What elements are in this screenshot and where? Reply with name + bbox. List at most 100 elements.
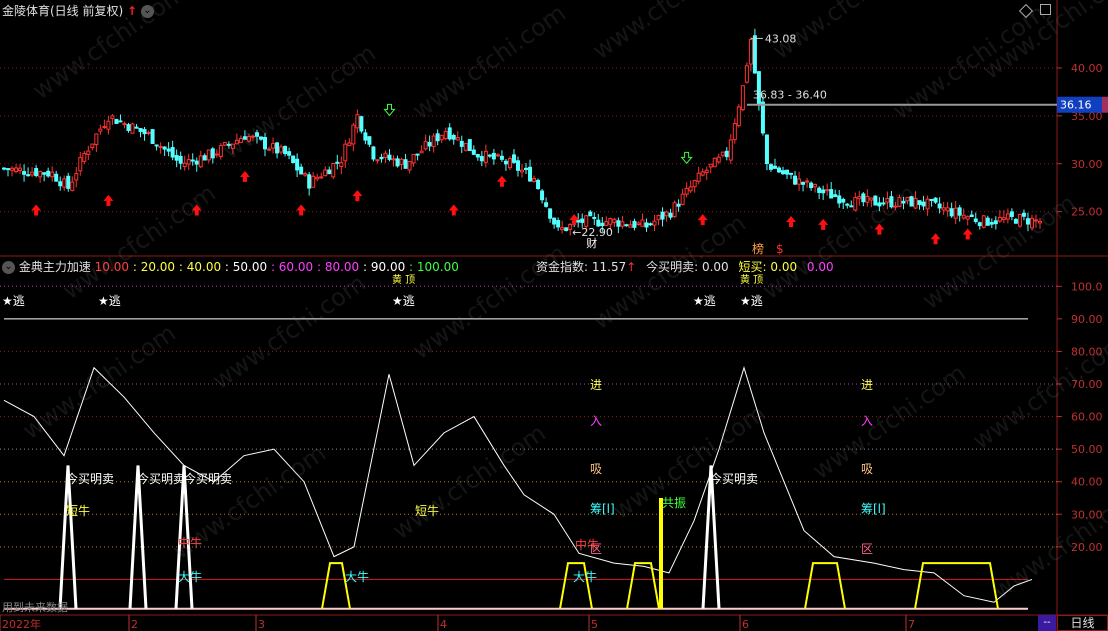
candle-body bbox=[114, 118, 119, 124]
candle-body bbox=[821, 189, 826, 194]
candle-body bbox=[18, 167, 23, 172]
bang-mark: 榜 bbox=[752, 241, 764, 256]
candle-body bbox=[78, 157, 83, 172]
candle-body bbox=[833, 194, 838, 198]
accumulation-zone bbox=[914, 562, 999, 609]
candle-body bbox=[608, 218, 613, 225]
x-axis-label: 7 bbox=[908, 618, 915, 631]
candle-body bbox=[287, 151, 292, 156]
up-arrow-icon bbox=[697, 214, 708, 226]
chart-title-bar: 金陵体育(日线 前复权) ↑ ⌄ bbox=[2, 2, 154, 20]
indicator-level: 10.00 bbox=[94, 260, 130, 274]
current-price-label: 36.16 bbox=[1060, 99, 1092, 112]
candle-body bbox=[62, 178, 67, 188]
candle-body bbox=[1005, 213, 1010, 220]
candle-body bbox=[588, 211, 593, 217]
candle-body bbox=[46, 170, 51, 177]
candle-body bbox=[379, 156, 384, 160]
candle-body bbox=[407, 161, 412, 171]
indicator-name[interactable]: 金典主力加速 bbox=[19, 260, 91, 274]
candle-body bbox=[772, 165, 777, 169]
candle-body bbox=[367, 136, 372, 145]
candle-body bbox=[668, 212, 673, 218]
candle-body bbox=[861, 193, 866, 203]
indicator-level: : 60.00 bbox=[267, 260, 314, 274]
indicator-dropdown-icon[interactable]: ⌄ bbox=[2, 261, 15, 274]
candle-body bbox=[544, 202, 549, 207]
up-arrow-icon bbox=[818, 218, 829, 230]
qu-label: 区 bbox=[590, 542, 602, 556]
candle-body bbox=[138, 127, 143, 132]
candle-body bbox=[102, 126, 107, 129]
candle-body bbox=[487, 154, 492, 157]
candle-body bbox=[688, 186, 693, 192]
candle-body bbox=[965, 216, 970, 220]
candle-body bbox=[2, 167, 6, 170]
candle-body bbox=[122, 123, 127, 126]
candle-body bbox=[945, 207, 950, 212]
candle-body bbox=[375, 159, 380, 162]
candle-body bbox=[580, 218, 585, 223]
candle-body bbox=[712, 157, 717, 168]
indicator-tick-label: 40.00 bbox=[1071, 476, 1103, 489]
period-button[interactable]: 日线 bbox=[1057, 615, 1108, 631]
watermark-text: www.cfchi.com bbox=[387, 419, 550, 545]
watermark-text: www.cfchi.com bbox=[17, 319, 180, 445]
chou-label: 筹[l] bbox=[861, 502, 886, 516]
watermark-text: www.cfchi.com bbox=[167, 439, 330, 565]
candle-body bbox=[503, 160, 508, 165]
candle-body bbox=[857, 196, 862, 200]
candle-body bbox=[307, 174, 312, 189]
candle-body bbox=[616, 220, 621, 227]
candle-body bbox=[768, 164, 773, 170]
down-arrow-icon bbox=[383, 103, 396, 117]
range-label: 36.83 - 36.40 bbox=[753, 89, 827, 102]
candle-body bbox=[343, 143, 348, 162]
mini-toggle-button[interactable]: -- bbox=[1038, 615, 1056, 631]
price-chart[interactable]: 40.0035.0030.0025.0043.08←22.9036.83 - 3… bbox=[0, 0, 1108, 631]
qu-label: 区 bbox=[861, 542, 873, 556]
up-arrow-icon bbox=[31, 204, 42, 216]
indicator-levels: 10.00 : 20.00 : 40.00 : 50.00 : 60.00 : … bbox=[95, 260, 459, 274]
candle-body bbox=[106, 120, 111, 130]
candle-body bbox=[696, 172, 701, 182]
indicator-level: : 20.00 bbox=[129, 260, 176, 274]
watermark-text: www.cfchi.com bbox=[217, 39, 380, 165]
candle-body bbox=[752, 35, 757, 74]
candle-body bbox=[849, 205, 854, 208]
watermark-text: www.cfchi.com bbox=[607, 399, 770, 525]
big-bull-label: 大牛 bbox=[345, 569, 369, 584]
maximize-icon[interactable] bbox=[1040, 4, 1051, 15]
x-axis-label: 6 bbox=[742, 618, 749, 631]
big-bull-label: 大牛 bbox=[178, 569, 202, 584]
indicator-header: ⌄ 金典主力加速 10.00 : 20.00 : 40.00 : 50.00 :… bbox=[2, 258, 459, 276]
candle-body bbox=[680, 193, 685, 205]
candle-body bbox=[411, 153, 416, 164]
x-axis-label: 2022年 bbox=[2, 617, 41, 631]
resonance-bar bbox=[659, 498, 663, 609]
future-data-label: 用到未来数据 bbox=[2, 600, 68, 614]
candle-body bbox=[684, 187, 689, 195]
candle-body bbox=[644, 222, 649, 228]
short-buy-value: 短买: 0.00 bbox=[738, 260, 798, 274]
candle-body bbox=[805, 180, 810, 183]
candle-body bbox=[291, 155, 296, 163]
candle-body bbox=[969, 214, 974, 218]
candle-body bbox=[524, 167, 529, 170]
escape-label: ★逃 bbox=[98, 294, 121, 308]
candle-body bbox=[90, 143, 95, 149]
watermark-text: www.cfchi.com bbox=[887, 0, 1050, 125]
candle-body bbox=[38, 171, 43, 178]
candle-body bbox=[395, 158, 400, 167]
candle-body bbox=[732, 123, 737, 141]
candle-body bbox=[303, 173, 308, 176]
short-bull-label: 短牛 bbox=[66, 503, 90, 518]
title-dropdown-button[interactable]: ⌄ bbox=[140, 5, 154, 18]
candle-body bbox=[178, 155, 183, 164]
candle-body bbox=[435, 133, 440, 142]
today-trade-label: 今买明卖 bbox=[137, 471, 185, 486]
candle-body bbox=[740, 85, 745, 111]
candle-body bbox=[30, 171, 35, 176]
candle-body bbox=[214, 153, 219, 156]
candle-body bbox=[921, 201, 926, 207]
